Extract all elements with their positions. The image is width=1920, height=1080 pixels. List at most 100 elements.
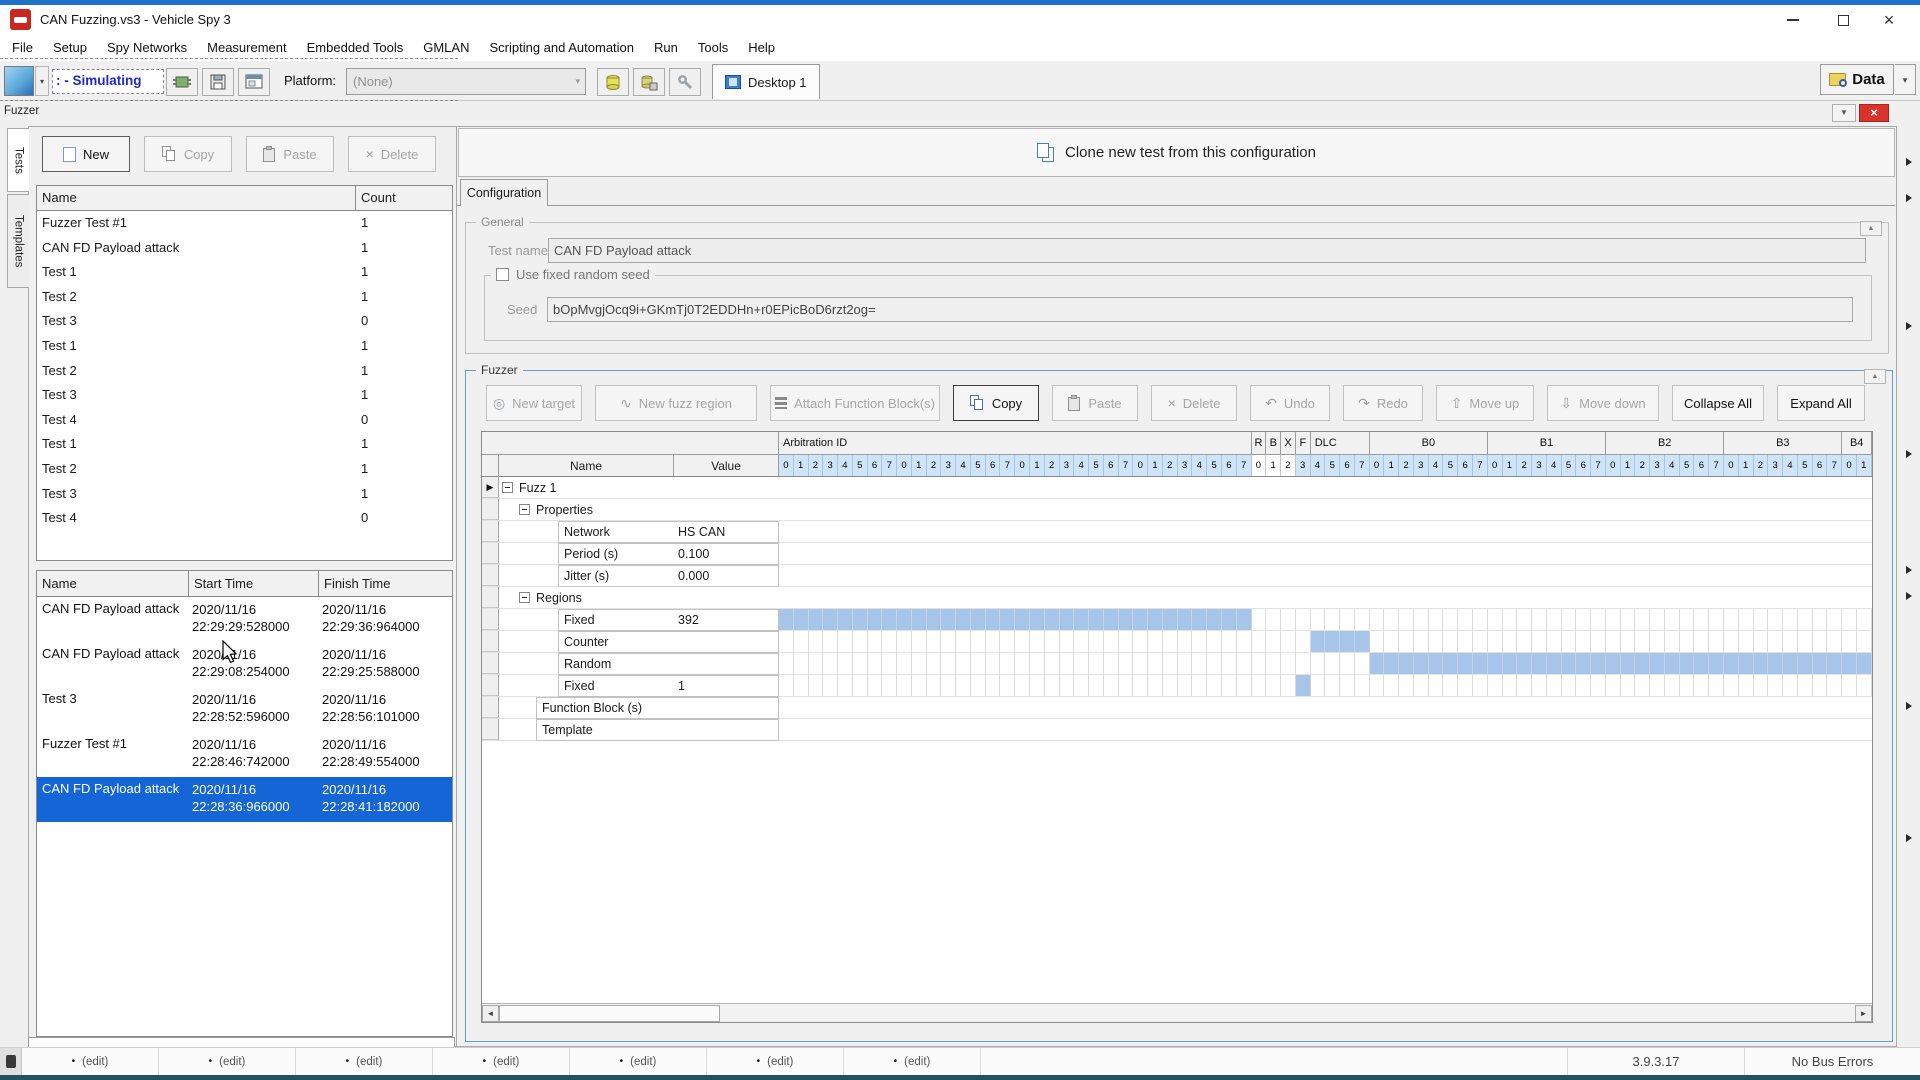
fuzz-bit-cell[interactable] bbox=[1281, 675, 1296, 696]
bit-header-cell[interactable]: 2 bbox=[1517, 455, 1532, 476]
fuzz-bit-cell[interactable] bbox=[1414, 609, 1429, 630]
table-row[interactable]: CAN FD Payload attack2020/11/1622:29:08:… bbox=[37, 642, 452, 687]
fuzz-bit-cell[interactable] bbox=[1429, 653, 1444, 674]
fuzz-bit-cell[interactable] bbox=[1222, 609, 1237, 630]
fuzz-bit-cell[interactable] bbox=[809, 653, 824, 674]
fuzz-bit-cell[interactable] bbox=[1133, 653, 1148, 674]
fuzz-bit-cell[interactable] bbox=[1355, 675, 1370, 696]
grid-row-regions[interactable]: Regions bbox=[482, 587, 1872, 609]
fuzz-bit-cell[interactable] bbox=[1680, 675, 1695, 696]
tab-configuration[interactable]: Configuration bbox=[460, 179, 548, 206]
fuzz-bit-cell[interactable] bbox=[1621, 631, 1636, 652]
row-selector[interactable] bbox=[482, 543, 499, 564]
fuzz-bit-cell[interactable] bbox=[1547, 609, 1562, 630]
fuzz-bit-cell[interactable] bbox=[1503, 609, 1518, 630]
fuzz-bit-cell[interactable] bbox=[1192, 653, 1207, 674]
table-row[interactable]: CAN FD Payload attack1 bbox=[37, 236, 452, 261]
fuzz-bit-cell[interactable] bbox=[1000, 609, 1015, 630]
grid-row-function-block-s[interactable]: Function Block (s) bbox=[482, 697, 1872, 719]
fuzz-bit-cell[interactable] bbox=[823, 631, 838, 652]
general-collapse-button[interactable]: ▲ bbox=[1860, 221, 1882, 236]
fuzz-bit-cell[interactable] bbox=[1340, 631, 1355, 652]
fuzz-bit-cell[interactable] bbox=[1473, 631, 1488, 652]
row-selector[interactable] bbox=[482, 587, 499, 608]
collapse-all-button[interactable]: Collapse All bbox=[1672, 385, 1764, 421]
fuzz-bit-cell[interactable] bbox=[1266, 609, 1281, 630]
bit-header-cell[interactable]: 7 bbox=[1473, 455, 1488, 476]
fuzz-bit-cell[interactable] bbox=[1606, 653, 1621, 674]
fuzz-bit-cell[interactable] bbox=[1222, 631, 1237, 652]
grid-row-period-s[interactable]: Period (s)0.100 bbox=[482, 543, 1872, 565]
fuzz-bit-cell[interactable] bbox=[1370, 653, 1385, 674]
fuzz-bit-cell[interactable] bbox=[1665, 631, 1680, 652]
fuzz-bit-cell[interactable] bbox=[1133, 675, 1148, 696]
fuzz-bit-cell[interactable] bbox=[1709, 609, 1724, 630]
fuzz-bit-cell[interactable] bbox=[1650, 609, 1665, 630]
fuzz-bit-cell[interactable] bbox=[1798, 631, 1813, 652]
fuzz-bit-cell[interactable] bbox=[986, 653, 1001, 674]
fuzz-bit-cell[interactable] bbox=[1665, 675, 1680, 696]
fuzz-bit-cell[interactable] bbox=[1399, 609, 1414, 630]
fuzz-bit-cell[interactable] bbox=[1163, 653, 1178, 674]
row-selector[interactable] bbox=[482, 697, 499, 718]
fuzz-bit-cell[interactable] bbox=[1266, 631, 1281, 652]
attach-function-block-s-button[interactable]: Attach Function Block(s) bbox=[770, 385, 940, 421]
fuzz-bit-cell[interactable] bbox=[1192, 675, 1207, 696]
bit-header-cell[interactable]: 6 bbox=[1694, 455, 1709, 476]
move-down-button[interactable]: ⇩Move down bbox=[1547, 385, 1659, 421]
bit-header-cell[interactable]: 4 bbox=[956, 455, 971, 476]
fuzz-bit-cell[interactable] bbox=[1178, 609, 1193, 630]
value-cell[interactable]: 0.000 bbox=[673, 565, 779, 587]
fuzz-bit-cell[interactable] bbox=[1650, 631, 1665, 652]
bit-header-cell[interactable]: 3 bbox=[823, 455, 838, 476]
fuzz-bit-cell[interactable] bbox=[1163, 609, 1178, 630]
save-tool-button[interactable] bbox=[202, 68, 234, 96]
fuzz-bit-cell[interactable] bbox=[912, 631, 927, 652]
fuzz-bit-cell[interactable] bbox=[1576, 653, 1591, 674]
bit-header-cell[interactable]: 7 bbox=[882, 455, 897, 476]
fuzz-bit-cell[interactable] bbox=[882, 675, 897, 696]
minimize-button[interactable] bbox=[1770, 5, 1816, 35]
fuzz-bit-cell[interactable] bbox=[1709, 675, 1724, 696]
fuzz-bit-cell[interactable] bbox=[1458, 631, 1473, 652]
fuzz-bit-cell[interactable] bbox=[1045, 653, 1060, 674]
fuzz-bit-cell[interactable] bbox=[1192, 609, 1207, 630]
bit-header-cell[interactable]: 3 bbox=[1060, 455, 1075, 476]
seed-field[interactable]: bOpMvgjOcq9i+GKmTj0T2EDDHn+r0EPicBoD6rzt… bbox=[547, 297, 1853, 322]
fuzz-bit-cell[interactable] bbox=[1252, 631, 1267, 652]
fuzz-bit-cell[interactable] bbox=[1178, 675, 1193, 696]
fuzz-bit-cell[interactable] bbox=[1606, 631, 1621, 652]
name-cell[interactable]: Template bbox=[536, 719, 674, 741]
fuzz-bit-cell[interactable] bbox=[1119, 653, 1134, 674]
fuzz-bit-cell[interactable] bbox=[779, 609, 794, 630]
fuzz-bit-cell[interactable] bbox=[1842, 631, 1857, 652]
expander-minus-icon[interactable] bbox=[502, 482, 513, 493]
fuzz-bit-cell[interactable] bbox=[1414, 675, 1429, 696]
menu-tools[interactable]: Tools bbox=[688, 35, 738, 61]
bit-header-cell[interactable]: 2 bbox=[809, 455, 824, 476]
status-edit-segment[interactable]: •(edit) bbox=[844, 1048, 981, 1075]
grid-row-random[interactable]: Random bbox=[482, 653, 1872, 675]
fuzz-bit-cell[interactable] bbox=[1045, 675, 1060, 696]
fuzz-bit-cell[interactable] bbox=[1635, 609, 1650, 630]
fuzz-bit-cell[interactable] bbox=[1694, 609, 1709, 630]
bit-header-cell[interactable]: 0 bbox=[1488, 455, 1503, 476]
fuzz-bit-cell[interactable] bbox=[853, 609, 868, 630]
bit-header-cell[interactable]: 6 bbox=[1104, 455, 1119, 476]
bit-header-cell[interactable]: 7 bbox=[1000, 455, 1015, 476]
bit-header-cell[interactable]: 6 bbox=[1222, 455, 1237, 476]
row-selector[interactable] bbox=[482, 521, 499, 542]
fuzz-bit-cell[interactable] bbox=[779, 653, 794, 674]
new-fuzz-region-button[interactable]: ∿New fuzz region bbox=[595, 385, 757, 421]
fuzz-bit-cell[interactable] bbox=[1340, 675, 1355, 696]
fuzz-bit-cell[interactable] bbox=[971, 609, 986, 630]
fuzz-bit-cell[interactable] bbox=[956, 609, 971, 630]
fuzz-bit-cell[interactable] bbox=[1798, 609, 1813, 630]
grid-row-fixed[interactable]: Fixed1 bbox=[482, 675, 1872, 697]
table-row[interactable]: Fuzzer Test #11 bbox=[37, 211, 452, 236]
fuzz-bit-cell[interactable] bbox=[779, 631, 794, 652]
fuzz-bit-cell[interactable] bbox=[1621, 675, 1636, 696]
expander-minus-icon[interactable] bbox=[519, 504, 530, 515]
fuzz-bit-cell[interactable] bbox=[1813, 631, 1828, 652]
fuzz-bit-cell[interactable] bbox=[1015, 609, 1030, 630]
